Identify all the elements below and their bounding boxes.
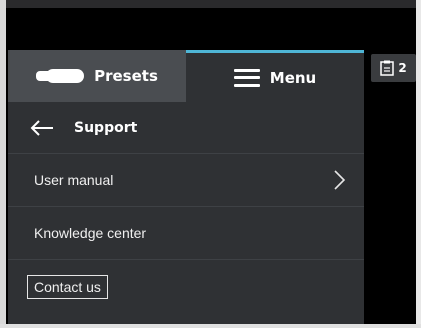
probe-icon (36, 68, 86, 84)
badge-count: 2 (398, 61, 407, 75)
ultrasound-screen: Presets Menu Support User manual Knowled… (0, 0, 421, 328)
top-strip (0, 0, 421, 8)
frame-bottom (0, 324, 421, 328)
chevron-right-icon (334, 170, 346, 190)
clipboard-badge[interactable]: 2 (371, 54, 416, 82)
contact-us-button[interactable]: Contact us (27, 274, 108, 299)
frame-left (0, 0, 6, 328)
menu-item-contact: Contact us (8, 260, 364, 313)
hamburger-menu-icon (233, 68, 260, 87)
tab-presets[interactable]: Presets (8, 50, 186, 102)
menu-item-user-manual[interactable]: User manual (8, 154, 364, 207)
image-area (364, 50, 416, 326)
support-header: Support (8, 102, 364, 154)
menu-item-label: Knowledge center (34, 225, 147, 241)
tab-menu-label: Menu (269, 68, 317, 87)
menu-item-knowledge-center[interactable]: Knowledge center (8, 207, 364, 260)
tab-menu[interactable]: Menu (186, 50, 364, 102)
support-menu: Support User manual Knowledge center Con… (8, 102, 364, 326)
support-title: Support (74, 119, 138, 136)
tab-bar: Presets Menu (8, 50, 364, 102)
tab-presets-label: Presets (94, 67, 158, 85)
menu-item-label: User manual (34, 172, 114, 188)
clipboard-icon (380, 60, 395, 76)
frame-right (416, 0, 421, 328)
side-panel: Presets Menu Support User manual Knowled… (8, 50, 364, 326)
back-arrow-icon[interactable] (30, 119, 54, 137)
